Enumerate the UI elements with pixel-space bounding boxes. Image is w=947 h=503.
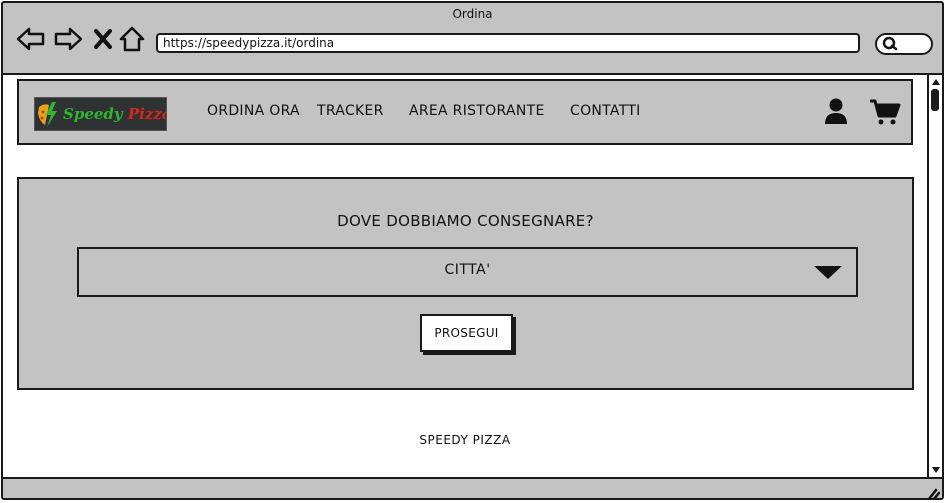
search-icon <box>882 36 898 51</box>
city-select[interactable]: CITTA' <box>77 247 858 297</box>
back-arrow-icon <box>16 27 45 51</box>
nav-area-ristorante[interactable]: AREA RISTORANTE <box>409 103 545 119</box>
pizza-bolt-icon <box>38 102 57 127</box>
browser-search-button[interactable] <box>875 33 933 55</box>
logo-text-accent: Pizza <box>127 105 166 123</box>
chevron-down-icon <box>814 266 842 279</box>
caret-up-icon <box>932 79 940 85</box>
city-select-value: CITTA' <box>444 262 491 278</box>
stop-button[interactable] <box>91 25 115 53</box>
scrollbar-thumb[interactable] <box>931 89 939 111</box>
delivery-title: DOVE DOBBIAMO CONSEGNARE? <box>337 212 594 230</box>
close-icon <box>94 29 112 49</box>
shopping-cart-icon <box>870 99 901 125</box>
home-icon <box>119 26 145 52</box>
nav-contatti[interactable]: CONTATTI <box>570 103 641 119</box>
status-bar <box>3 477 942 500</box>
scroll-down-button[interactable] <box>930 464 942 476</box>
forward-button[interactable] <box>52 25 84 53</box>
window-title: Ordina <box>452 7 493 21</box>
cart-button[interactable] <box>869 98 901 130</box>
logo-text-main: Speedy <box>63 105 128 123</box>
back-button[interactable] <box>15 25 47 53</box>
proceed-button[interactable]: PROSEGUI <box>420 314 513 352</box>
site-logo[interactable]: Speedy Pizza <box>34 97 167 131</box>
footer-brand: SPEEDY PIZZA <box>419 433 511 447</box>
caret-down-icon <box>932 467 940 473</box>
home-button[interactable] <box>118 25 146 53</box>
vertical-scrollbar[interactable] <box>927 73 942 477</box>
forward-arrow-icon <box>54 27 83 51</box>
logo-text: Speedy Pizza <box>63 105 166 123</box>
scroll-up-button[interactable] <box>930 76 942 88</box>
nav-tracker[interactable]: TRACKER <box>317 103 384 119</box>
address-bar[interactable]: https://speedypizza.it/ordina <box>156 33 860 53</box>
delivery-panel: DOVE DOBBIAMO CONSEGNARE? CITTA' PROSEGU… <box>17 177 914 390</box>
nav-ordina-ora[interactable]: ORDINA ORA <box>207 103 300 119</box>
user-icon <box>825 98 847 124</box>
page-viewport: Speedy Pizza ORDINA ORA TRACKER AREA RIS… <box>3 73 927 479</box>
browser-window: Ordina https://speedypizza.it/ordina Spe… <box>1 1 944 500</box>
user-account-button[interactable] <box>824 97 848 129</box>
resize-grip-icon[interactable] <box>924 486 940 500</box>
site-header: Speedy Pizza ORDINA ORA TRACKER AREA RIS… <box>17 79 913 145</box>
